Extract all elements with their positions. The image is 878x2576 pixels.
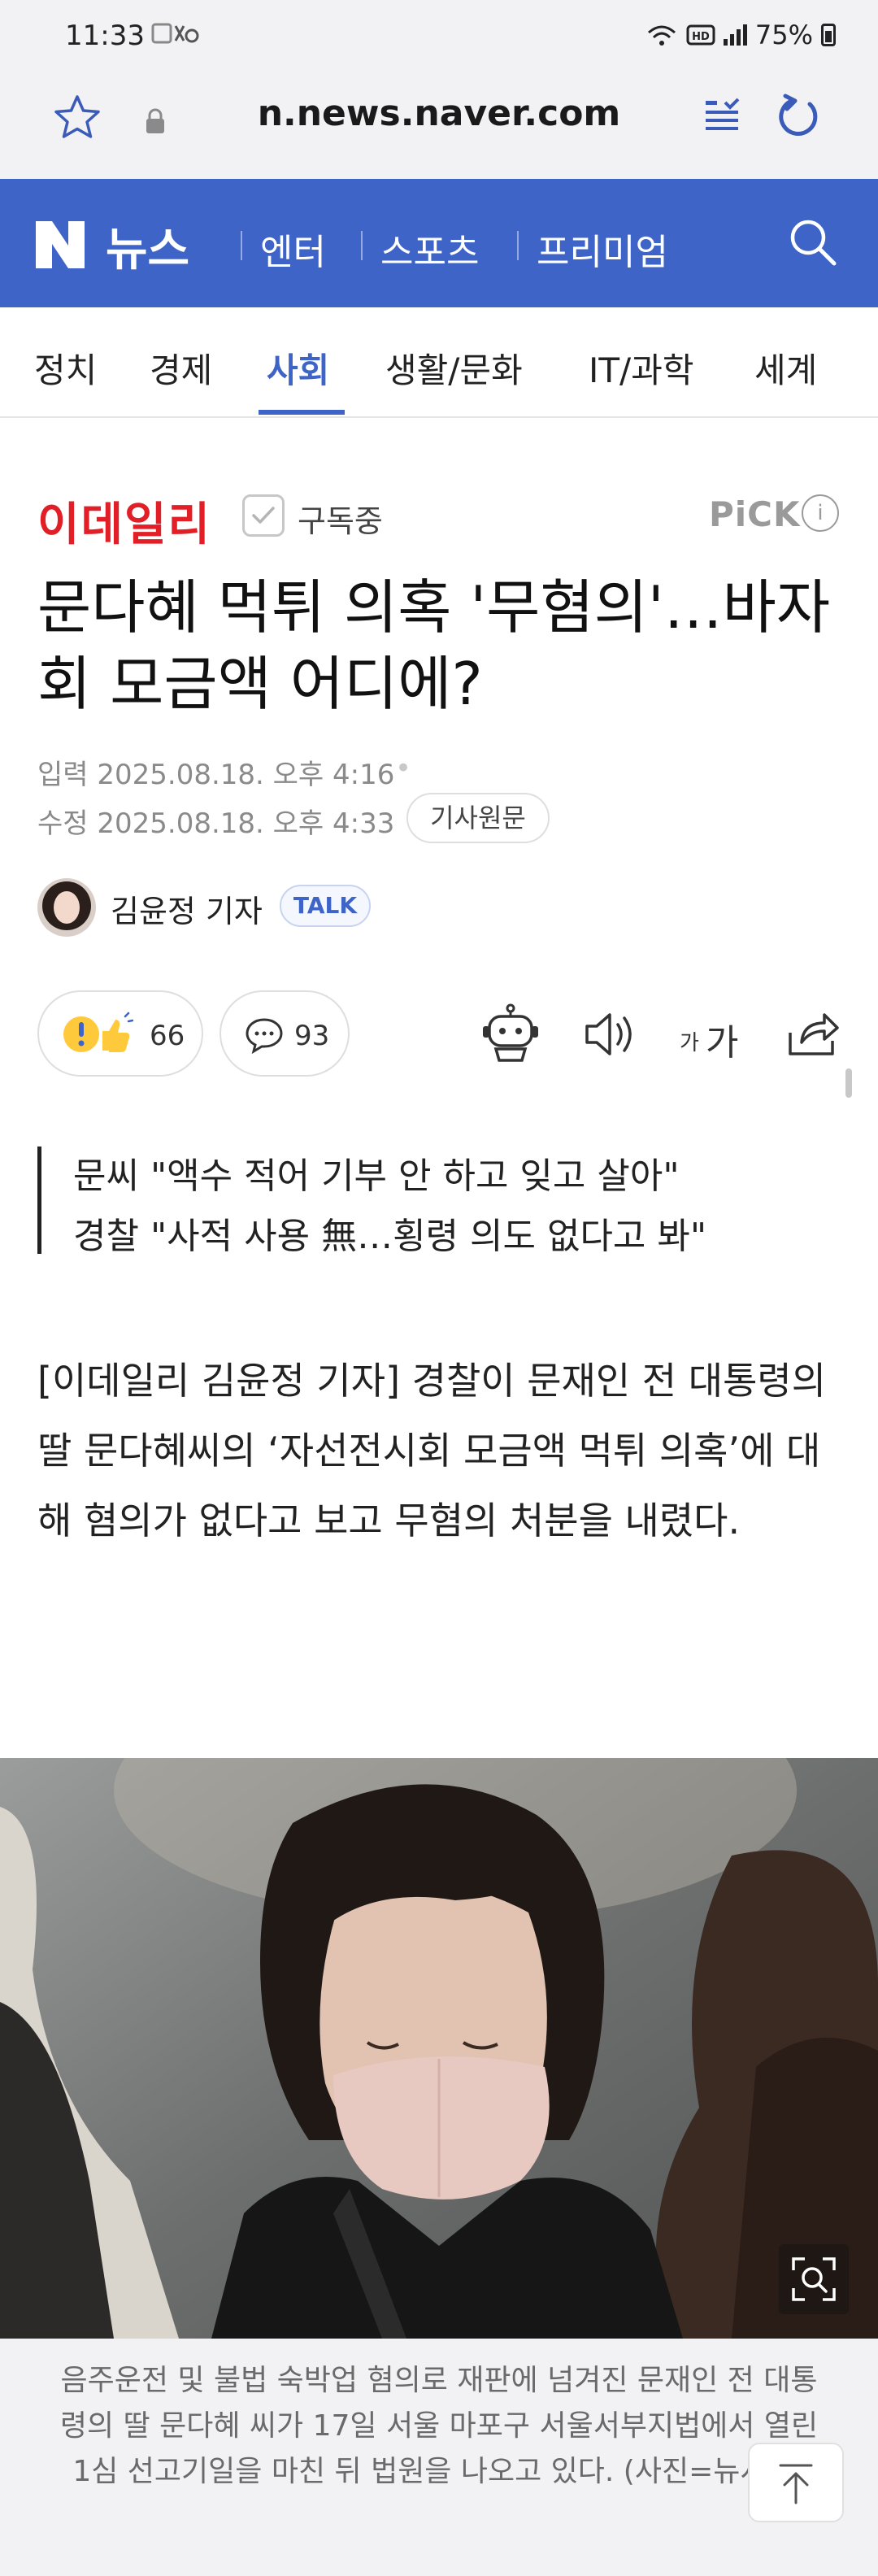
nav-separator [241,231,242,260]
font-size-button[interactable]: 가 가 [676,1002,750,1067]
reporter-avatar[interactable] [37,878,96,937]
nav-link-sports[interactable]: 스포츠 [380,223,479,275]
speaker-icon[interactable] [576,1002,641,1067]
tab-politics[interactable]: 정치 [34,343,97,393]
status-time: 11:33 [65,20,145,52]
font-size-large-label: 가 [706,1022,739,1064]
address-bar-url[interactable]: n.news.naver.com [0,93,878,134]
input-date: 입력 2025.08.18. 오후 4:16 [37,759,395,791]
talk-badge[interactable]: TALK [280,885,371,927]
browser-toolbar: n.news.naver.com [0,73,878,179]
zoom-button[interactable] [779,2244,849,2314]
modified-date: 수정 2025.08.18. 오후 4:33 [37,807,395,840]
photo-illustration [0,1758,878,2339]
original-article-button[interactable]: 기사원문 [406,793,550,843]
zoom-icon [792,2257,836,2301]
reaction-button[interactable]: 66 [37,990,203,1077]
summary-line-1: 문씨 "액수 적어 기부 안 하고 잊고 살아" [73,1155,680,1197]
reader-mode-icon[interactable] [701,94,743,137]
wifi-icon [647,25,676,46]
active-tab-indicator [259,410,345,415]
article-photo[interactable] [0,1758,878,2339]
summary-line-2: 경찰 "사적 사용 無…횡령 의도 없다고 봐" [73,1216,707,1257]
category-tabs: 정치 경제 사회 생활/문화 IT/과학 세계 [0,307,878,418]
tab-life-culture[interactable]: 생활/문화 [385,343,523,393]
status-right-group: HD 75% [645,20,836,50]
nav-separator [517,231,519,260]
date-separator-dot: • [395,752,412,785]
photo-caption: 음주운전 및 불법 숙박업 혐의로 재판에 넘겨진 문재인 전 대통령의 딸 문… [59,2364,819,2488]
comment-button[interactable]: 93 [220,990,350,1077]
tab-world[interactable]: 세계 [754,343,817,393]
subscribe-label[interactable]: 구독중 [298,496,383,541]
news-title[interactable]: 뉴스 [106,213,189,279]
reaction-count: 66 [150,1020,185,1052]
article-headline: 문다혜 먹튀 의혹 '무혐의'…바자회 모금액 어디에? [37,573,831,718]
scroll-to-top-button[interactable] [748,2443,844,2522]
mute-icon [151,21,200,51]
press-logo[interactable]: 이데일리 [37,488,211,554]
reporter-name[interactable]: 김윤정 기자 [111,886,263,931]
summary-quote-bar [37,1147,41,1254]
naver-n-logo[interactable] [34,220,86,270]
robot-summary-icon[interactable] [478,1002,543,1067]
font-size-small-label: 가 [680,1031,699,1055]
naver-news-header: 뉴스 엔터 스포츠 프리미엄 [0,179,878,307]
arrow-up-icon [779,2464,813,2504]
tab-economy[interactable]: 경제 [150,343,212,393]
nav-link-premium[interactable]: 프리미엄 [537,223,668,275]
tab-it-science[interactable]: IT/과학 [589,343,693,393]
comment-count: 93 [294,1020,330,1052]
article-body: [이데일리 김윤정 기자] 경찰이 문재인 전 대통령의 딸 문다혜씨의 ‘자선… [37,1359,827,1543]
nav-link-enter[interactable]: 엔터 [260,223,326,275]
subscribe-check-icon[interactable] [242,494,285,537]
info-icon[interactable]: i [802,494,839,532]
nav-separator [361,231,363,260]
tab-society[interactable]: 사회 [267,343,329,393]
battery-icon [821,24,836,46]
status-bar: 11:33 HD 75% [0,0,878,73]
reaction-emoji-icon [63,1012,133,1052]
battery-percent: 75% [754,20,813,50]
signal-icon [723,24,747,46]
comment-icon [246,1018,283,1054]
reload-icon[interactable] [774,93,823,141]
hd-icon: HD [686,24,715,46]
scroll-indicator[interactable] [845,1068,852,1098]
pick-label: PiCK [709,494,801,534]
svg-text:HD: HD [692,31,710,43]
share-icon[interactable] [779,1002,844,1067]
search-icon[interactable] [785,215,839,268]
